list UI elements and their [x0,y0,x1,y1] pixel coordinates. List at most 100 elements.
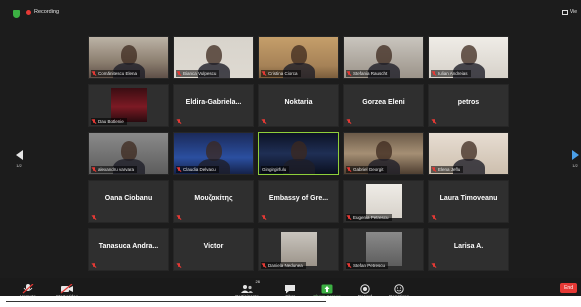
smiley-icon [386,281,412,294]
participant-name: Dau Botlenie [98,119,124,124]
participant-silhouette [461,141,477,161]
shield-icon[interactable] [13,10,20,18]
participant-name-label: Elena Jeflu [431,166,464,173]
top-bar: Recording Vie [0,0,581,22]
participant-tile[interactable]: Tanasuca Andra... [88,228,169,271]
mic-muted-icon [177,167,181,172]
participant-tile[interactable]: Elena Jeflu [428,132,509,175]
participant-name-label: Bianca Vulpescu [176,70,220,77]
participant-display-name: Eldira-Gabriela... [185,99,242,106]
participant-display-name: Laura Timoveanu [439,195,498,202]
underline-rule [6,301,326,302]
zoom-meeting-window: Recording Vie 1/2 1/2 Comănitescu Elena B… [0,0,581,304]
end-meeting-button[interactable]: End [560,283,577,293]
participant-tile[interactable]: Dau Botlenie [88,84,169,127]
participant-tile[interactable]: Gorzea Eleni [343,84,424,127]
mic-muted-icon [177,119,181,124]
grid-view-icon [561,9,568,15]
participant-tile[interactable]: Daniela Nedunea [258,228,339,271]
video-off-icon [50,281,84,294]
participant-tile[interactable]: Μουζακίτης [173,180,254,223]
participant-name-label: Stefan Petrescu [346,262,389,269]
participant-silhouette [206,141,222,161]
participant-name: Gabriel Georgit [353,167,384,172]
participant-tile[interactable]: petros [428,84,509,127]
participant-silhouette [206,45,222,65]
share-screen-icon [310,281,344,294]
participant-name-label: Dau Botlenie [91,118,127,125]
chevron-left-icon [15,150,23,160]
participant-tile[interactable]: Laura Timoveanu [428,180,509,223]
participant-tile[interactable]: Eldira-Gabriela... [173,84,254,127]
profile-picture [365,232,402,266]
participant-name: Elena Jeflu [438,167,461,172]
participant-tile[interactable]: Bianca Vulpescu [173,36,254,79]
chat-icon [280,281,300,294]
participant-tile[interactable]: Gabriel Georgit [343,132,424,175]
participant-name: Cristina Ciorca [268,71,298,76]
next-page-button[interactable]: 1/2 [570,150,580,168]
participant-display-name: Oana Ciobanu [104,195,153,202]
participant-silhouette [121,45,137,65]
participant-tile[interactable]: Claudia Delvacu [173,132,254,175]
mic-muted-icon [262,215,266,220]
mic-muted-icon [432,71,436,76]
mic-muted-icon [432,119,436,124]
participant-name: alexandru varvara [98,167,135,172]
participant-tile[interactable]: Embassy of Gre... [258,180,339,223]
participant-display-name: Victor [203,243,224,250]
mic-muted-icon [432,167,436,172]
previous-page-button[interactable]: 1/2 [14,150,24,168]
profile-picture [365,184,402,218]
participant-name: Stefania Rauscht [353,71,388,76]
participant-name-label: Iulian Andreias [431,70,471,77]
participant-tile[interactable]: Comănitescu Elena [88,36,169,79]
mic-muted-icon [177,263,181,268]
mic-muted-icon [92,215,96,220]
record-icon [354,281,376,294]
participant-tile[interactable]: Victor [173,228,254,271]
participant-name: Stefan Petrescu [353,263,386,268]
participant-tile[interactable]: Iulian Andreias [428,36,509,79]
participant-display-name: Noktaria [284,99,313,106]
view-button[interactable]: Vie [561,9,577,15]
participant-name: Comănitescu Elena [98,71,138,76]
participant-name: Eugenia Petrescu [353,215,389,220]
participants-icon: 26 [240,279,260,293]
participant-tile[interactable]: Oana Ciobanu [88,180,169,223]
participant-tile[interactable]: Cristina Ciorca [258,36,339,79]
participant-tile[interactable]: Gingirgirfulu [258,132,339,175]
mic-muted-icon [347,263,351,268]
recording-indicator[interactable]: Recording [26,9,59,15]
participant-tile[interactable]: Stefania Rauscht [343,36,424,79]
participants-count: 26 [255,279,260,284]
mic-muted-icon [347,167,351,172]
mic-muted-icon [92,167,96,172]
participant-gallery: Comănitescu Elena Bianca Vulpescu Cristina… [88,36,509,271]
mic-muted-icon [92,263,96,268]
mic-muted-icon [432,263,436,268]
participant-tile[interactable]: Eugenia Petrescu [343,180,424,223]
participant-tile[interactable]: Noktaria [258,84,339,127]
profile-picture [110,88,147,122]
participant-name-label: Claudia Delvacu [176,166,219,173]
participant-tile[interactable]: alexandru varvara [88,132,169,175]
participant-name: Bianca Vulpescu [183,71,217,76]
mic-muted-icon [347,215,351,220]
mic-muted-icon [432,215,436,220]
mic-muted-icon [347,119,351,124]
participant-tile[interactable]: Stefan Petrescu [343,228,424,271]
participant-name-label: Gabriel Georgit [346,166,387,173]
record-dot-icon [26,9,31,15]
participant-tile[interactable]: Larisa A. [428,228,509,271]
participant-name: Iulian Andreias [438,71,468,76]
recording-label: Recording [34,9,60,15]
mic-muted-icon [262,71,266,76]
participant-name-label: Daniela Nedunea [261,262,306,269]
participant-silhouette [376,141,392,161]
participant-name: Claudia Delvacu [183,167,216,172]
participant-name: Daniela Nedunea [268,263,303,268]
participant-silhouette [376,45,392,65]
mic-muted-icon [262,119,266,124]
participant-silhouette [291,45,307,65]
